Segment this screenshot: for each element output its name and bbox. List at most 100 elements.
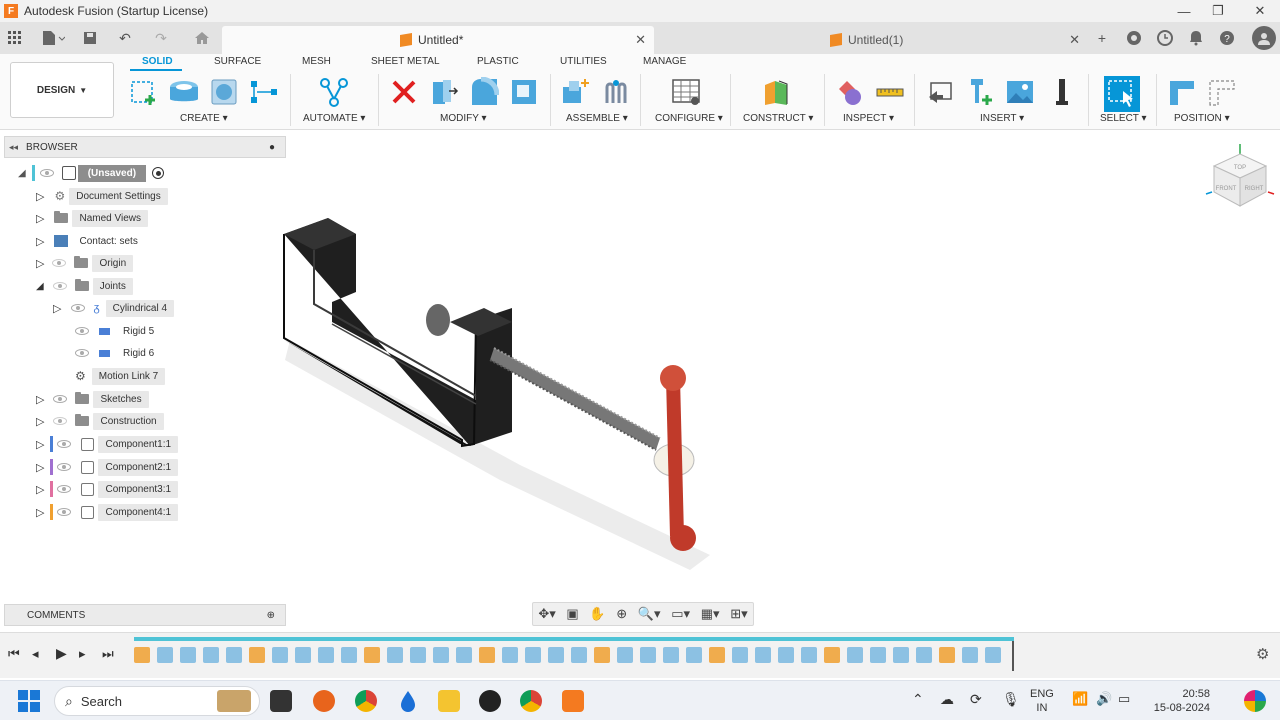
timeline-feature-icon[interactable] xyxy=(893,647,909,663)
timeline-marker[interactable] xyxy=(1012,641,1014,671)
timeline-feature-icon[interactable] xyxy=(870,647,886,663)
ribbon-tab-manage[interactable]: MANAGE xyxy=(643,56,686,67)
timeline-feature-icon[interactable] xyxy=(962,647,978,663)
collapsed-triangle-icon[interactable]: ▷ xyxy=(36,506,44,519)
visibility-eye-icon[interactable] xyxy=(53,395,68,403)
position-revert-icon[interactable] xyxy=(1206,76,1238,108)
tree-item-component3[interactable]: ▷ Component3:1 xyxy=(36,479,179,499)
timeline-feature-icon[interactable] xyxy=(203,647,219,663)
visibility-eye-icon[interactable] xyxy=(75,349,89,357)
configure-group-label[interactable]: CONFIGURE ▾ xyxy=(655,113,723,124)
data-panel-grid-icon[interactable] xyxy=(5,28,25,48)
collapsed-triangle-icon[interactable]: ▷ xyxy=(36,483,44,496)
timeline-feature-icon[interactable] xyxy=(732,647,748,663)
minimize-button[interactable]: — xyxy=(1166,0,1202,22)
cloud-offline-icon[interactable]: ☁ xyxy=(940,691,954,708)
collapse-panel-icon[interactable]: ◂◂ xyxy=(9,142,18,153)
file-menu-icon[interactable] xyxy=(38,28,68,48)
timeline-feature-icon[interactable] xyxy=(295,647,311,663)
timeline-feature-icon[interactable] xyxy=(249,647,265,663)
file-explorer-icon[interactable] xyxy=(438,690,460,712)
timeline-feature-icon[interactable] xyxy=(778,647,794,663)
ribbon-tab-surface[interactable]: SURFACE xyxy=(214,56,261,67)
construct-group-label[interactable]: CONSTRUCT ▾ xyxy=(743,113,813,124)
new-tab-plus-icon[interactable]: + xyxy=(1092,28,1112,48)
tree-item-construction[interactable]: ▷ Construction xyxy=(36,411,164,431)
tree-item-component1[interactable]: ▷ Component1:1 xyxy=(36,434,179,454)
undo-icon[interactable]: ↶ xyxy=(110,28,140,48)
task-view-icon[interactable] xyxy=(270,690,292,712)
tree-item-joints[interactable]: ◢ Joints xyxy=(36,276,133,296)
timeline-feature-icon[interactable] xyxy=(180,647,196,663)
home-icon[interactable] xyxy=(192,28,212,48)
automate-group-label[interactable]: AUTOMATE ▾ xyxy=(303,113,365,124)
browser-panel-header[interactable]: ◂◂ BROWSER ● xyxy=(4,136,286,158)
timeline-feature-icon[interactable] xyxy=(341,647,357,663)
viewports-icon[interactable]: ⊞▾ xyxy=(730,606,747,622)
new-component-icon[interactable] xyxy=(560,76,592,108)
chrome-icon[interactable] xyxy=(355,690,377,712)
tree-item-contact-sets[interactable]: ▷ Contact: sets xyxy=(36,231,145,251)
insert-derive-icon[interactable] xyxy=(924,76,956,108)
droplet-app-icon[interactable] xyxy=(397,690,419,712)
assemble-group-label[interactable]: ASSEMBLE ▾ xyxy=(566,113,628,124)
volume-icon[interactable]: 🔊 xyxy=(1096,691,1112,707)
timeline-feature-icon[interactable] xyxy=(847,647,863,663)
wifi-icon[interactable]: 📶 xyxy=(1072,691,1088,707)
visibility-eye-icon[interactable] xyxy=(71,304,86,312)
position-group-label[interactable]: POSITION ▾ xyxy=(1174,113,1230,124)
modify-group-label[interactable]: MODIFY ▾ xyxy=(440,113,487,124)
job-status-clock-icon[interactable] xyxy=(1155,28,1175,48)
timeline-feature-icon[interactable] xyxy=(456,647,472,663)
collapsed-triangle-icon[interactable]: ▷ xyxy=(36,257,44,270)
timeline-feature-icon[interactable] xyxy=(709,647,725,663)
tree-item-component4[interactable]: ▷ Component4:1 xyxy=(36,502,179,522)
visibility-eye-icon[interactable] xyxy=(57,508,72,516)
timeline-feature-icon[interactable] xyxy=(433,647,449,663)
tab-untitled-active[interactable]: Untitled* ✕ xyxy=(222,26,654,54)
timeline-feature-icon[interactable] xyxy=(272,647,288,663)
timeline-feature-icon[interactable] xyxy=(479,647,495,663)
expanded-triangle-icon[interactable]: ◢ xyxy=(36,281,44,292)
collapsed-triangle-icon[interactable]: ▷ xyxy=(36,393,44,406)
microphone-icon[interactable]: 🎙 xyxy=(1002,691,1020,708)
hidden-eye-icon[interactable] xyxy=(52,259,67,267)
select-group-label[interactable]: SELECT ▾ xyxy=(1100,113,1147,124)
collapsed-triangle-icon[interactable]: ▷ xyxy=(36,438,44,451)
position-capture-icon[interactable] xyxy=(1166,76,1198,108)
timeline-feature-icon[interactable] xyxy=(985,647,1001,663)
timeline-feature-icon[interactable] xyxy=(916,647,932,663)
fillet-icon[interactable] xyxy=(468,76,500,108)
timeline-feature-icon[interactable] xyxy=(157,647,173,663)
firefox-icon[interactable] xyxy=(313,690,335,712)
joint-icon[interactable] xyxy=(600,76,632,108)
timeline-feature-icon[interactable] xyxy=(755,647,771,663)
taskbar-search[interactable]: ⌕ Search xyxy=(54,686,260,716)
help-icon[interactable]: ? xyxy=(1217,28,1237,48)
timeline-feature-icon[interactable] xyxy=(318,647,334,663)
offset-plane-icon[interactable] xyxy=(760,76,792,108)
activate-radio-icon[interactable] xyxy=(152,167,165,179)
create-sketch-icon[interactable] xyxy=(128,76,160,108)
revolve-icon[interactable] xyxy=(208,76,240,108)
timeline-settings-gear-icon[interactable]: ⚙ xyxy=(1256,645,1269,663)
timeline-feature-icon[interactable] xyxy=(525,647,541,663)
tree-item-cylindrical-4[interactable]: ▷ ᵹ Cylindrical 4 xyxy=(53,298,175,318)
sketch-dimension-icon[interactable] xyxy=(248,76,280,108)
hidden-eye-icon[interactable] xyxy=(52,282,67,290)
step-forward-icon[interactable]: ▸ xyxy=(79,646,86,662)
ribbon-tab-sheet-metal[interactable]: SHEET METAL xyxy=(371,56,440,67)
chrome-profile-icon[interactable] xyxy=(520,690,542,712)
viewcube-right-label[interactable]: RIGHT xyxy=(1245,186,1264,192)
measure-icon[interactable] xyxy=(874,76,906,108)
ribbon-tab-mesh[interactable]: MESH xyxy=(302,56,331,67)
timeline-feature-icon[interactable] xyxy=(640,647,656,663)
create-group-label[interactable]: CREATE ▾ xyxy=(180,113,228,124)
ribbon-tab-utilities[interactable]: UTILITIES xyxy=(560,56,607,67)
visibility-eye-icon[interactable] xyxy=(75,327,89,335)
tree-item-document-settings[interactable]: ▷ ⚙ Document Settings xyxy=(36,186,168,206)
insert-group-label[interactable]: INSERT ▾ xyxy=(980,113,1024,124)
tree-root-row[interactable]: ◢ (Unsaved) xyxy=(18,163,165,183)
orbit-icon[interactable]: ✥▾ xyxy=(538,606,555,622)
timeline-feature-icon[interactable] xyxy=(939,647,955,663)
